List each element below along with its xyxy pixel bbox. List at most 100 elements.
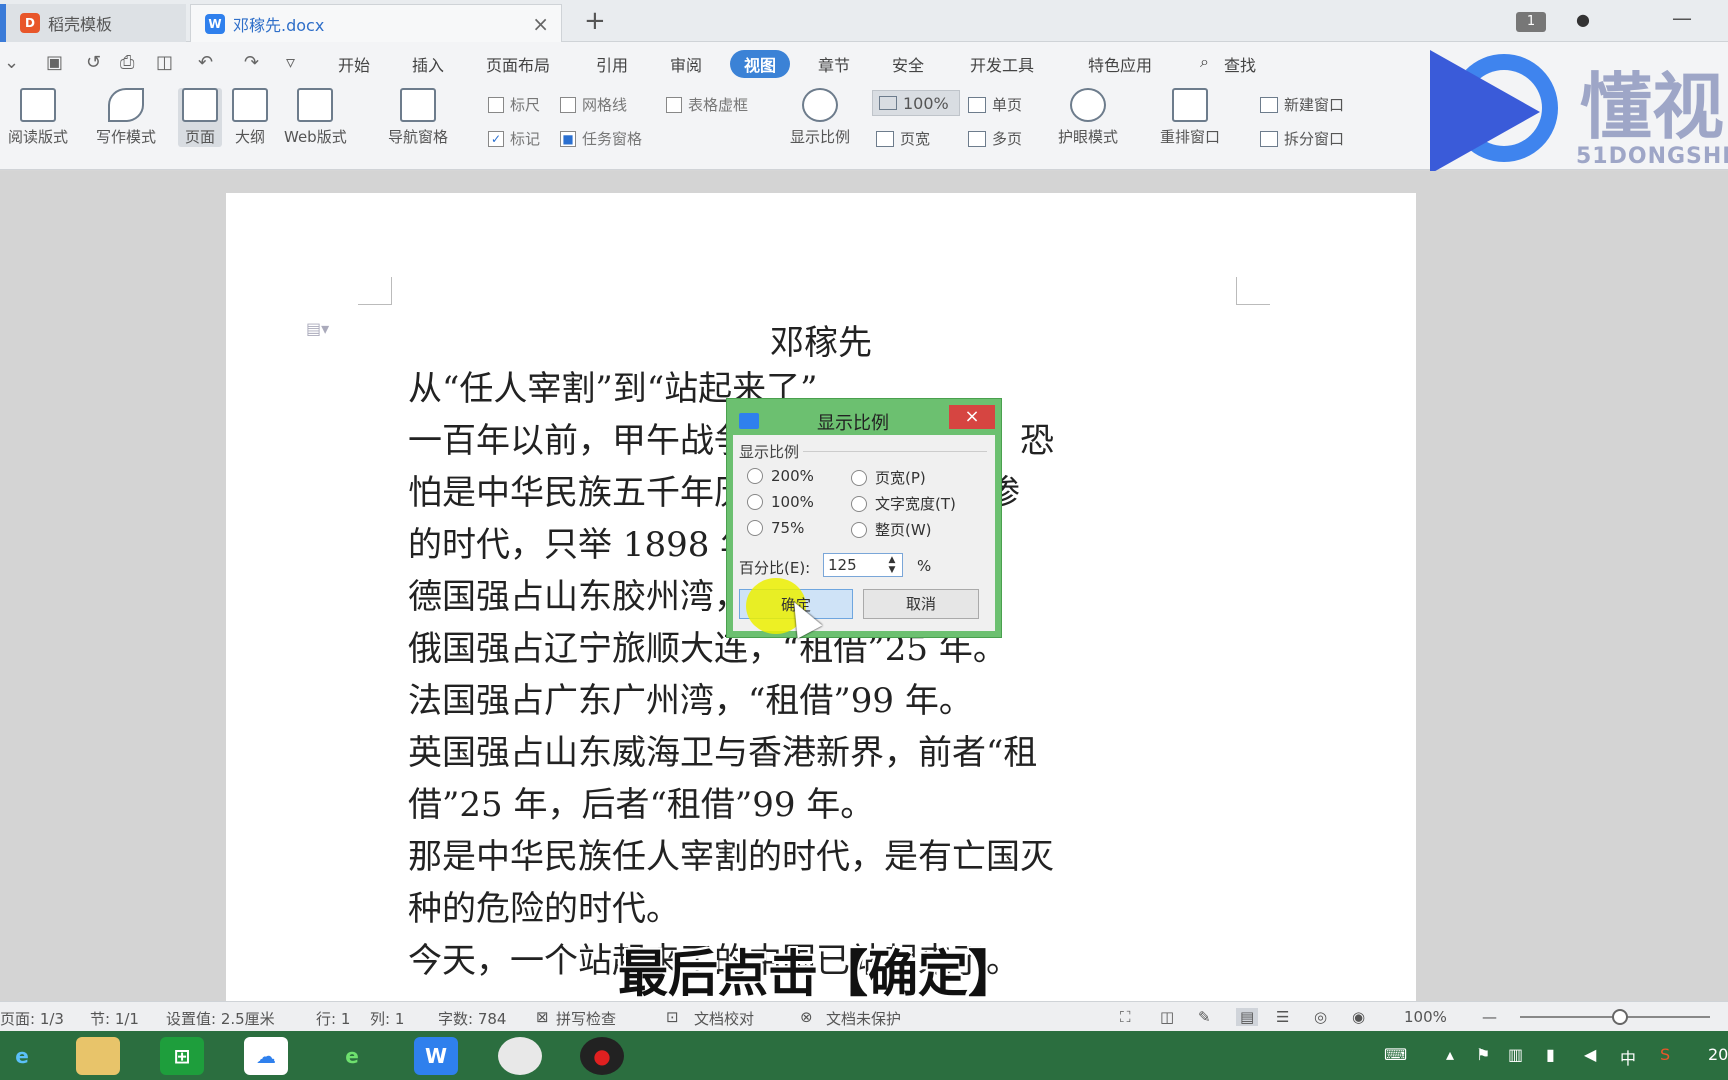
radio-circle [747, 494, 763, 510]
chrome-icon[interactable] [498, 1037, 542, 1075]
web-view-button[interactable]: Web版式 [284, 88, 347, 147]
multi-page-button[interactable]: 多页 [968, 128, 1022, 149]
browser-icon[interactable]: e [330, 1037, 374, 1075]
radio-75[interactable]: 75% [747, 519, 804, 537]
keyboard-icon[interactable]: ⌨ [1384, 1045, 1407, 1064]
zoom-out-icon[interactable]: — [1482, 1008, 1497, 1026]
ie-icon[interactable]: e [0, 1037, 44, 1075]
status-page[interactable]: 页面: 1/3 [0, 1008, 64, 1029]
status-setting: 设置值: 2.5厘米 [166, 1010, 275, 1028]
ime-indicator[interactable]: 中 [1620, 1045, 1636, 1069]
video-caption: 最后点击【确定】 [618, 945, 1018, 1003]
dialog-header: 显示比例 × [733, 405, 995, 435]
network-icon[interactable]: ▥ [1508, 1045, 1523, 1064]
chevron-down-icon[interactable]: ⌄ [4, 52, 19, 73]
cloud-app-icon[interactable]: ☁ [244, 1037, 288, 1075]
new-tab-button[interactable]: + [584, 6, 606, 36]
undo-icon[interactable]: ↶ [198, 52, 213, 73]
customize-icon[interactable]: ▿ [286, 52, 295, 73]
reading-mode-button[interactable]: 阅读版式 [8, 88, 68, 147]
new-window-icon [1260, 96, 1278, 113]
user-avatar-icon[interactable]: ● [1576, 10, 1590, 29]
redo-icon[interactable]: ↷ [244, 52, 259, 73]
tab-document[interactable]: W 邓稼先.docx × [190, 4, 562, 42]
file-explorer-icon[interactable] [76, 1037, 120, 1075]
gridlines-checkbox[interactable]: 网格线 [560, 94, 627, 115]
radio-200[interactable]: 200% [747, 467, 814, 485]
new-window-button[interactable]: 新建窗口 [1260, 94, 1344, 115]
fullscreen-icon[interactable]: ⛶ [1120, 1008, 1131, 1026]
mark-checkbox[interactable]: ✓ 标记 [488, 128, 540, 149]
logo-subtitle: 51DONGSHI.COM [1576, 144, 1728, 169]
tab-docer-templates[interactable]: D 稻壳模板 [0, 4, 186, 42]
cancel-button[interactable]: 取消 [863, 589, 979, 619]
menu-find[interactable]: 查找 [1224, 52, 1256, 76]
outline-view-button[interactable]: 大纲 [232, 88, 268, 147]
menu-review[interactable]: 审阅 [670, 52, 702, 76]
radio-page-width[interactable]: 页宽(P) [851, 467, 926, 488]
sogou-icon[interactable]: S [1660, 1045, 1670, 1064]
menu-references[interactable]: 引用 [596, 52, 628, 76]
menu-security[interactable]: 安全 [892, 52, 924, 76]
split-window-button[interactable]: 拆分窗口 [1260, 128, 1344, 149]
zoom-button[interactable]: 显示比例 [790, 88, 850, 147]
nav-pane-button[interactable]: 导航窗格 [388, 88, 448, 147]
close-tab-icon[interactable]: × [532, 12, 549, 36]
print-icon[interactable]: ⎙ [120, 52, 134, 73]
zoom-label: 显示比例 [790, 128, 851, 146]
search-icon[interactable]: ⌕ [1200, 52, 1209, 72]
ruler-checkbox[interactable]: 标尺 [488, 94, 540, 115]
clock[interactable]: 20 [1708, 1045, 1728, 1064]
page-width-button[interactable]: 页宽 [876, 128, 930, 149]
eye-protect-icon[interactable]: ◉ [1352, 1008, 1365, 1026]
minimize-button[interactable]: — [1672, 6, 1692, 30]
status-spell-check[interactable]: 拼写检查 [556, 1008, 616, 1029]
eye-mode-button[interactable]: 护眼模式 [1058, 88, 1118, 147]
menu-special[interactable]: 特色应用 [1088, 52, 1152, 76]
rearrange-window-button[interactable]: 重排窗口 [1160, 88, 1220, 147]
dialog-title: 显示比例 [817, 413, 889, 434]
output-icon[interactable]: ↺ [86, 52, 101, 73]
menu-view[interactable]: 视图 [730, 50, 791, 78]
status-proof[interactable]: 文档校对 [694, 1008, 754, 1029]
menu-layout[interactable]: 页面布局 [486, 52, 550, 76]
volume-icon[interactable]: ◀ [1584, 1045, 1596, 1064]
tray-expand-icon[interactable]: ▴ [1446, 1045, 1454, 1064]
single-page-icon [968, 96, 986, 113]
print-preview-icon[interactable]: ◫ [156, 52, 173, 73]
percent-spinner-icon[interactable]: ▲ ▼ [885, 555, 899, 575]
window-count-badge[interactable]: 1 [1516, 12, 1546, 32]
save-icon[interactable]: ▣ [46, 52, 63, 73]
flag-icon[interactable]: ⚑ [1476, 1045, 1490, 1064]
zoom-slider-handle[interactable] [1612, 1009, 1628, 1025]
table-gridlines-checkbox[interactable]: 表格虚框 [666, 94, 748, 115]
page-view-icon[interactable]: ▤ [1236, 1008, 1259, 1026]
page-view-button[interactable]: 页面 [178, 88, 222, 147]
menu-chapter[interactable]: 章节 [818, 52, 850, 76]
radio-text-width[interactable]: 文字宽度(T) [851, 493, 956, 514]
logo-text: 懂视 [1580, 65, 1725, 149]
radio-100[interactable]: 100% [747, 493, 814, 511]
writing-view-icon[interactable]: ✎ [1198, 1008, 1211, 1026]
zoom-100-button[interactable]: 100% [872, 90, 960, 116]
single-page-button[interactable]: 单页 [968, 94, 1022, 115]
status-zoom[interactable]: 100% [1404, 1008, 1447, 1026]
radio-whole-page[interactable]: 整页(W) [851, 519, 932, 540]
store-icon[interactable]: ⊞ [160, 1037, 204, 1075]
signal-icon[interactable]: ▮ [1546, 1045, 1555, 1064]
task-pane-checkbox[interactable]: ■ 任务窗格 [560, 128, 642, 149]
web-view-icon[interactable]: ◎ [1314, 1008, 1327, 1026]
menu-home[interactable]: 开始 [338, 52, 370, 76]
writing-mode-button[interactable]: 写作模式 [96, 88, 156, 147]
recorder-icon[interactable]: ● [580, 1037, 624, 1075]
status-protect[interactable]: 文档未保护 [826, 1008, 901, 1029]
reading-view-icon[interactable]: ◫ [1160, 1008, 1174, 1026]
dialog-close-button[interactable]: × [949, 405, 995, 429]
wps-taskbar-icon[interactable]: W [414, 1037, 458, 1075]
status-words[interactable]: 字数: 784 [438, 1008, 506, 1029]
radio-circle [851, 521, 867, 538]
split-window-icon [1260, 130, 1278, 147]
menu-insert[interactable]: 插入 [412, 52, 444, 76]
outline-view-icon[interactable]: ☰ [1276, 1008, 1289, 1026]
menu-developer[interactable]: 开发工具 [970, 52, 1034, 76]
